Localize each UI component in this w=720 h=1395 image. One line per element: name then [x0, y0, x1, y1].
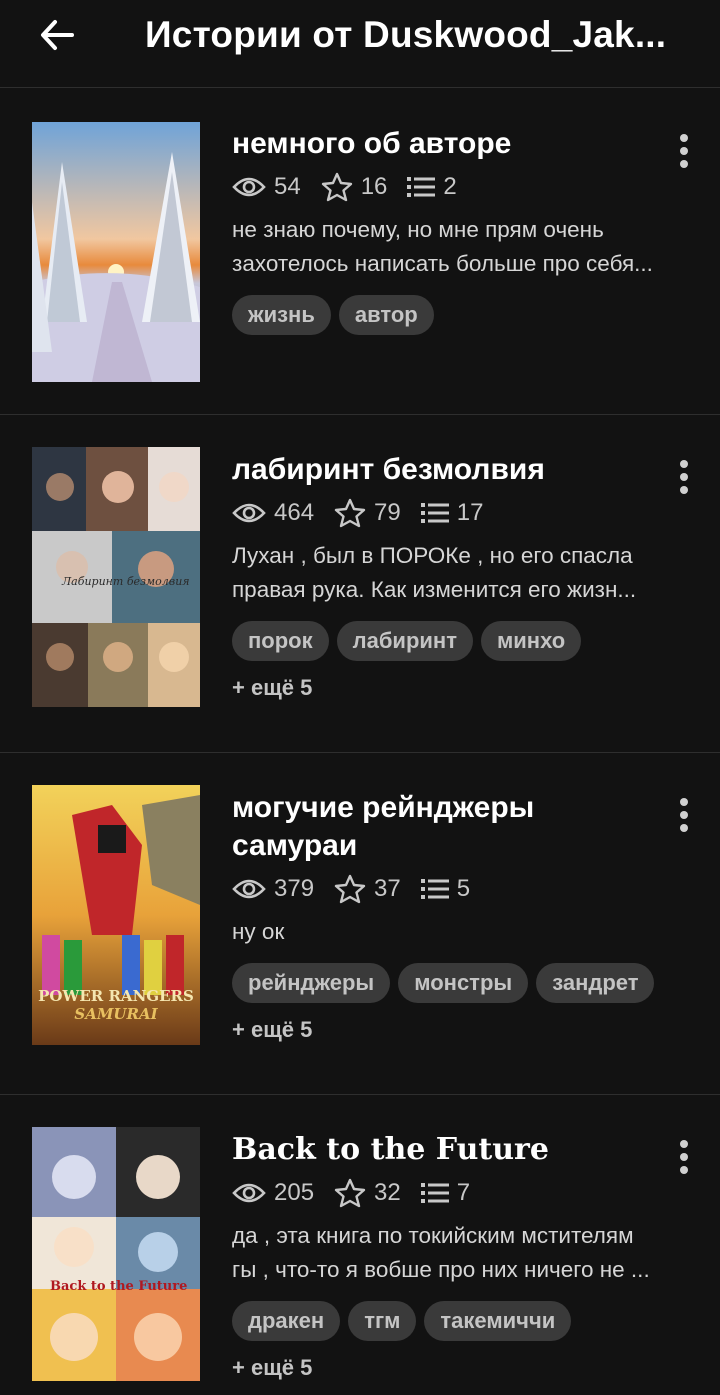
tag-chip[interactable]: тгм: [348, 1301, 417, 1341]
story-menu-button[interactable]: [668, 795, 700, 835]
story-cover[interactable]: POWER RANGERS SAMURAI: [32, 785, 200, 1045]
story-cover[interactable]: [32, 122, 200, 382]
tag-chip[interactable]: порок: [232, 621, 329, 661]
parts-stat: 2: [407, 173, 457, 201]
more-tags-link[interactable]: + ещё 5: [232, 1355, 662, 1381]
views-stat: 379: [232, 875, 314, 903]
story-description: ну ок: [232, 915, 684, 949]
list-icon: [420, 879, 449, 899]
description-line: ну ок: [232, 919, 285, 944]
parts-stat: 7: [420, 1179, 471, 1207]
tag-chip[interactable]: рейнджеры: [232, 963, 391, 1003]
cover-logo-sub: SAMURAI: [74, 1005, 158, 1023]
more-vertical-icon: [680, 798, 688, 806]
list-icon: [420, 1183, 449, 1203]
views-count: 54: [274, 173, 301, 200]
story-description: Лухан , был в ПОРОКе , но его спасла пра…: [232, 539, 684, 607]
tag-list: жизнь автор: [232, 295, 662, 335]
tag-chip[interactable]: такемиччи: [424, 1301, 572, 1341]
votes-stat: 16: [321, 172, 388, 202]
app-header: Истории от Duskwood_Jak...: [0, 0, 720, 88]
description-line: да , эта книга по токийским мстителям: [232, 1223, 634, 1248]
parts-stat: 5: [420, 875, 471, 903]
tag-chip[interactable]: минхо: [480, 621, 582, 661]
description-line: Лухан , был в ПОРОКе , но его спасла: [232, 543, 633, 568]
story-title[interactable]: немного об авторе: [232, 125, 662, 163]
description-line: не знаю почему, но мне прям очень: [232, 217, 604, 242]
story-stats: 205 32 7: [232, 1175, 662, 1211]
tag-chip[interactable]: дракен: [232, 1301, 341, 1341]
description-line: правая рука. Как изменится его жизн...: [232, 577, 637, 602]
page-title: Истории от Duskwood_Jak...: [145, 14, 667, 55]
star-icon: [334, 874, 366, 904]
more-vertical-icon: [680, 134, 688, 142]
story-item[interactable]: POWER RANGERS SAMURAI могучие рейнджеры …: [0, 753, 720, 1095]
views-stat: 464: [232, 499, 314, 527]
votes-stat: 37: [334, 874, 401, 904]
tag-list: рейнджеры монстры зандрет: [232, 963, 662, 1003]
story-cover[interactable]: Лабиринт безмолвия: [32, 447, 200, 707]
story-item[interactable]: Back to the Future Back to the Future 20…: [0, 1095, 720, 1395]
story-menu-button[interactable]: [668, 131, 700, 171]
more-vertical-icon: [680, 460, 688, 468]
story-stats: 464 79 17: [232, 495, 662, 531]
parts-count: 5: [456, 875, 471, 902]
tag-chip[interactable]: автор: [338, 295, 434, 335]
tag-chip[interactable]: лабиринт: [336, 621, 473, 661]
story-item[interactable]: немного об авторе 54 16 2 не знаю почему…: [0, 89, 720, 415]
list-icon: [420, 503, 449, 523]
tag-chip[interactable]: зандрет: [536, 963, 655, 1003]
more-tags-link[interactable]: + ещё 5: [232, 1017, 662, 1043]
parts-count: 17: [456, 499, 484, 526]
story-item[interactable]: Лабиринт безмолвия лабиринт безмолвия 46…: [0, 415, 720, 753]
story-title[interactable]: могучие рейнджеры самураи: [232, 789, 662, 865]
eye-icon: [232, 879, 266, 899]
eye-icon: [232, 503, 266, 523]
views-count: 464: [274, 499, 315, 526]
description-line: гы , что-то я вобше про них ничего не ..…: [232, 1257, 650, 1282]
story-menu-button[interactable]: [668, 1137, 700, 1177]
story-stats: 379 37 5: [232, 871, 662, 907]
eye-icon: [232, 1183, 266, 1203]
more-vertical-icon: [680, 1140, 688, 1148]
list-icon: [407, 177, 436, 197]
arrow-left-icon: [41, 20, 74, 50]
cover-logo: POWER RANGERS: [38, 987, 194, 1005]
story-cover[interactable]: Back to the Future: [32, 1127, 200, 1381]
star-icon: [321, 172, 352, 202]
views-stat: 54: [232, 173, 301, 201]
star-icon: [334, 498, 366, 528]
back-button[interactable]: [34, 12, 80, 58]
story-title[interactable]: Back to the Future: [232, 1131, 662, 1169]
story-title-line: могучие рейнджеры: [232, 791, 535, 824]
tag-list: дракен тгм такемиччи: [232, 1301, 662, 1341]
more-tags-link[interactable]: + ещё 5: [232, 675, 662, 701]
story-title[interactable]: лабиринт безмолвия: [232, 451, 662, 489]
tag-list: порок лабиринт минхо: [232, 621, 662, 661]
story-menu-button[interactable]: [668, 457, 700, 497]
tag-chip[interactable]: жизнь: [232, 295, 331, 335]
views-count: 379: [274, 875, 315, 902]
parts-count: 2: [443, 173, 457, 200]
cover-caption: Лабиринт безмолвия: [62, 575, 190, 588]
parts-count: 7: [456, 1179, 471, 1206]
star-icon: [334, 1178, 366, 1208]
story-stats: 54 16 2: [232, 169, 662, 205]
description-line: захотелось написать больше про себя...: [232, 251, 653, 276]
votes-count: 16: [360, 173, 388, 200]
votes-count: 32: [374, 1179, 401, 1206]
cover-caption: Back to the Future: [50, 1279, 188, 1294]
views-count: 205: [274, 1179, 315, 1206]
votes-stat: 79: [334, 498, 401, 528]
tag-chip[interactable]: монстры: [398, 963, 529, 1003]
eye-icon: [232, 177, 266, 197]
views-stat: 205: [232, 1179, 314, 1207]
parts-stat: 17: [420, 499, 484, 527]
votes-count: 79: [374, 499, 401, 526]
story-description: да , эта книга по токийским мстителям гы…: [232, 1219, 684, 1287]
story-description: не знаю почему, но мне прям очень захоте…: [232, 213, 684, 281]
votes-count: 37: [374, 875, 401, 902]
story-title-line: самураи: [232, 829, 358, 862]
votes-stat: 32: [334, 1178, 401, 1208]
